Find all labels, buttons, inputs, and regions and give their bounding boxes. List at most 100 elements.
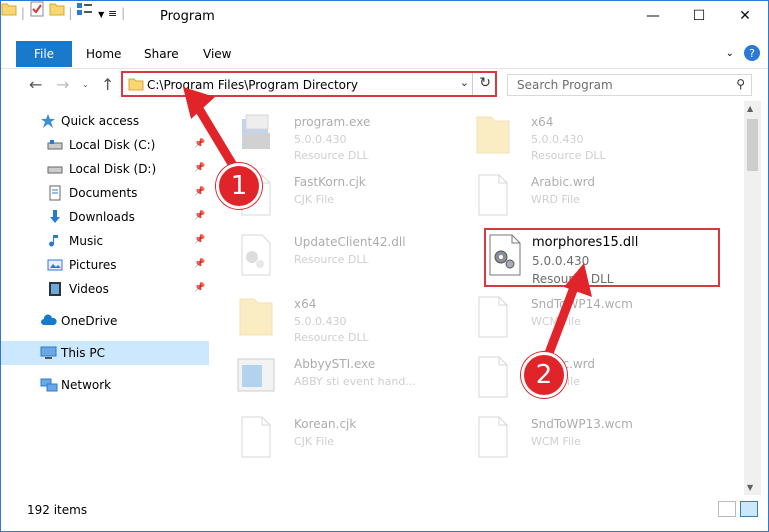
file-type: CJK File xyxy=(294,193,335,206)
new-folder-icon[interactable] xyxy=(49,3,69,20)
blank-file-icon xyxy=(473,355,513,399)
cloud-icon xyxy=(40,313,57,329)
sidebar-item-pictures[interactable]: Pictures 📌 xyxy=(1,253,209,277)
separator-icon: | xyxy=(20,6,25,20)
back-arrow-icon[interactable]: ← xyxy=(29,75,42,94)
ribbon-tabs: File Home Share View ⌄ ? xyxy=(1,41,768,69)
file-name: FastKorn.cjk xyxy=(294,175,366,189)
scroll-thumb[interactable] xyxy=(747,119,758,171)
pin-icon[interactable]: 📌 xyxy=(194,259,205,269)
sidebar-item-label: Videos xyxy=(69,282,109,296)
file-version: 5.0.0.430 xyxy=(294,133,347,146)
minimize-button[interactable]: — xyxy=(630,1,676,31)
sidebar-item-videos[interactable]: Videos 📌 xyxy=(1,277,209,301)
file-item-abbyysti-exe[interactable]: AbbyySTI.exe ABBY sti event hand... xyxy=(216,351,446,411)
file-name: x64 xyxy=(294,297,317,311)
maximize-icon: ☐ xyxy=(692,8,706,24)
scroll-down-icon[interactable]: ▼ xyxy=(747,483,753,492)
maximize-button[interactable]: ☐ xyxy=(676,1,722,31)
sidebar-item-downloads[interactable]: Downloads 📌 xyxy=(1,205,209,229)
sidebar-item-quick-access[interactable]: Quick access xyxy=(1,109,209,133)
sidebar-item-local-disk-d[interactable]: Local Disk (D:) 📌 xyxy=(1,157,209,181)
blank-file-icon xyxy=(473,415,513,459)
file-version: 5.0.0.430 xyxy=(531,133,584,146)
file-description: ABBY sti event hand... xyxy=(294,375,416,388)
file-name: Arabic.wrd xyxy=(531,175,596,189)
sidebar-item-music[interactable]: Music 📌 xyxy=(1,229,209,253)
pin-icon[interactable]: 📌 xyxy=(194,283,205,293)
address-separator xyxy=(472,73,473,95)
file-item-korean-cjk[interactable]: Korean.cjk CJK File xyxy=(216,411,446,471)
pictures-icon xyxy=(47,257,63,273)
sidebar-item-documents[interactable]: Documents 📌 xyxy=(1,181,209,205)
drive-icon xyxy=(47,161,63,177)
close-icon: ✕ xyxy=(739,8,751,24)
navigation-bar: ← → ⌄ ↑ C:\Program Files\Program Directo… xyxy=(1,69,768,101)
file-item-sndtowp13-wcm[interactable]: SndToWP13.wcm WCM File xyxy=(453,411,683,471)
minimize-icon: — xyxy=(646,8,660,24)
pin-icon[interactable]: 📌 xyxy=(194,211,205,221)
file-item-x64-folder[interactable]: x64 5.0.0.430 Resource DLL xyxy=(453,109,683,169)
annotation-badge-1: 1 xyxy=(216,163,262,209)
customize-qat-icon[interactable]: ≡ xyxy=(108,7,117,20)
sidebar-item-local-disk-c[interactable]: Local Disk (C:) 📌 xyxy=(1,133,209,157)
explorer-window: | | ▼ ≡ | Program — ☐ ✕ File Home Share … xyxy=(0,0,769,532)
file-name: AbbyySTI.exe xyxy=(294,357,376,371)
chevron-down-icon[interactable]: ▼ xyxy=(98,10,104,19)
title-bar: | | ▼ ≡ | Program — ☐ ✕ xyxy=(1,1,768,31)
up-arrow-icon[interactable]: ↑ xyxy=(101,75,114,94)
file-item-arabic-wrd[interactable]: Arabic.wrd WRD File xyxy=(453,169,683,229)
pin-icon[interactable]: 📌 xyxy=(194,235,205,245)
forward-arrow-icon[interactable]: → xyxy=(56,75,69,94)
details-view-button[interactable] xyxy=(718,501,736,517)
sidebar-item-label: Pictures xyxy=(69,258,117,272)
blank-file-icon xyxy=(473,295,513,339)
large-icons-view-button[interactable] xyxy=(740,501,758,517)
drive-icon xyxy=(47,137,63,153)
vertical-scrollbar[interactable]: ▲ ▼ xyxy=(744,101,761,495)
sidebar-item-onedrive[interactable]: OneDrive xyxy=(1,309,209,333)
refresh-icon[interactable]: ↻ xyxy=(479,75,491,91)
sidebar-item-network[interactable]: Network xyxy=(1,373,209,397)
expand-ribbon-icon[interactable]: ⌄ xyxy=(726,48,734,59)
tab-share[interactable]: Share xyxy=(144,47,179,61)
separator-icon: | xyxy=(121,6,126,20)
download-icon xyxy=(47,209,63,225)
videos-icon xyxy=(47,281,63,297)
address-bar[interactable]: C:\Program Files\Program Directory ⌄ ↻ xyxy=(121,71,497,97)
file-type: WRD File xyxy=(531,193,580,206)
file-item-updateclient42-dll[interactable]: UpdateClient42.dll Resource DLL xyxy=(216,229,446,289)
network-icon xyxy=(40,377,58,393)
highlight-box xyxy=(484,228,720,287)
window-title: Program xyxy=(160,9,215,24)
sidebar-item-this-pc[interactable]: This PC xyxy=(1,341,209,365)
sidebar-item-label: Local Disk (C:) xyxy=(69,138,156,152)
file-type: Resource DLL xyxy=(294,253,369,266)
sidebar-item-label: Network xyxy=(61,378,112,392)
properties-icon[interactable] xyxy=(29,1,49,20)
star-icon xyxy=(40,113,56,129)
folder-icon[interactable] xyxy=(1,3,21,20)
file-type: WCM File xyxy=(531,435,581,448)
sidebar-item-label: Quick access xyxy=(61,114,140,128)
status-bar: 192 items xyxy=(1,497,768,531)
scroll-up-icon[interactable]: ▲ xyxy=(747,104,753,113)
tab-view[interactable]: View xyxy=(203,47,231,61)
tab-home[interactable]: Home xyxy=(86,47,121,61)
file-item-x64-folder-2[interactable]: x64 5.0.0.430 Resource DLL xyxy=(216,291,446,351)
chevron-down-icon[interactable]: ⌄ xyxy=(460,76,469,89)
view-options-icon[interactable] xyxy=(76,3,98,20)
tab-file[interactable]: File xyxy=(16,41,72,67)
help-icon[interactable]: ? xyxy=(744,45,760,61)
folder-icon xyxy=(473,113,513,157)
search-icon[interactable]: ⚲ xyxy=(736,77,745,91)
computer-icon xyxy=(40,345,57,361)
music-icon xyxy=(47,233,63,249)
annotation-badge-2: 2 xyxy=(521,352,567,398)
recent-locations-icon[interactable]: ⌄ xyxy=(82,80,89,89)
app-window-icon xyxy=(236,355,276,399)
close-button[interactable]: ✕ xyxy=(722,1,768,31)
search-input[interactable] xyxy=(508,75,718,95)
item-count: 192 items xyxy=(27,503,88,517)
search-box[interactable]: ⚲ xyxy=(507,74,752,96)
